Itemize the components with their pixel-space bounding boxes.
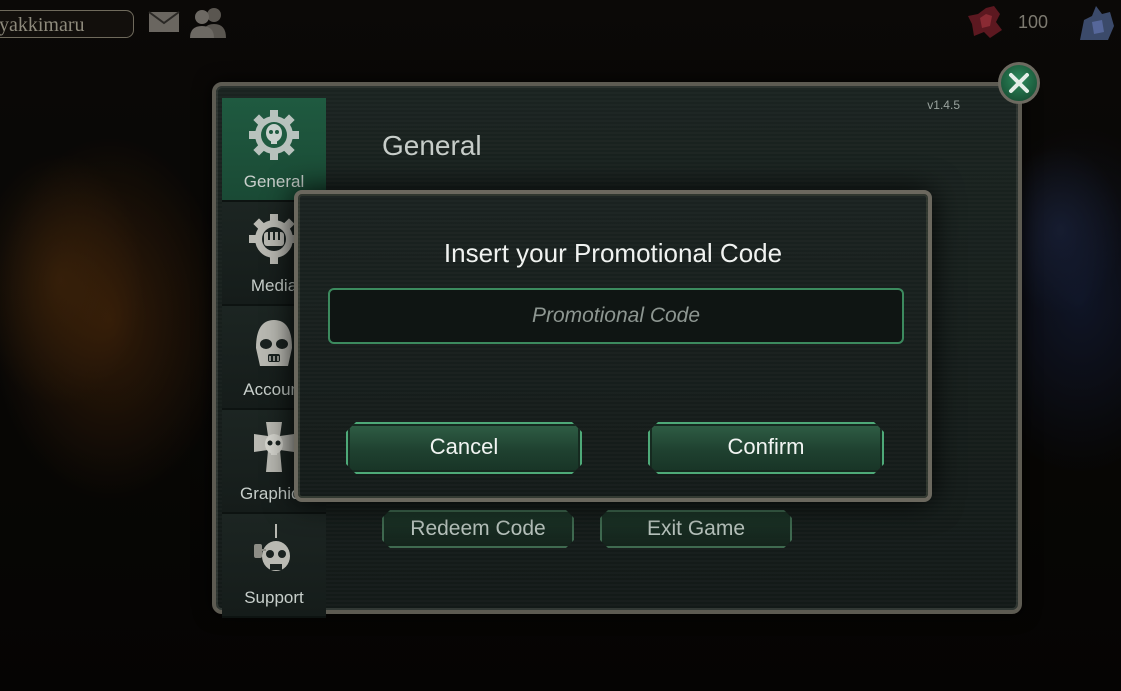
dialog-title: Insert your Promotional Code — [443, 238, 783, 268]
promo-code-input[interactable] — [328, 288, 904, 344]
close-icon — [1009, 73, 1029, 93]
sidebar-item-label: General — [243, 172, 305, 191]
red-crest-icon — [968, 6, 1002, 38]
redeem-code-button[interactable]: Redeem Code — [382, 510, 574, 548]
version-label: v1.4.5 — [927, 98, 960, 112]
exit-game-button[interactable]: Exit Game — [600, 510, 792, 548]
confirm-button[interactable]: Confirm — [648, 422, 884, 474]
mail-icon[interactable] — [148, 11, 180, 33]
currency-count: 100 — [1018, 12, 1049, 32]
sidebar-item-support[interactable]: Support — [222, 514, 326, 618]
blue-unit-icon — [1080, 6, 1114, 40]
sidebar-item-label: Media — [250, 276, 298, 295]
player-name-field[interactable]: yakkimaru — [0, 10, 134, 38]
sidebar-item-label: Support — [244, 588, 304, 607]
servo-skull-icon — [254, 524, 290, 571]
promo-code-dialog: Insert your Promotional Code Cancel Conf… — [294, 190, 932, 502]
friends-icon[interactable] — [188, 6, 230, 38]
sidebar-item-general[interactable]: General — [222, 98, 326, 202]
cog-skull-icon — [249, 110, 299, 160]
cancel-button[interactable]: Cancel — [346, 422, 582, 474]
section-title: General — [382, 130, 482, 161]
close-button[interactable] — [998, 62, 1040, 104]
